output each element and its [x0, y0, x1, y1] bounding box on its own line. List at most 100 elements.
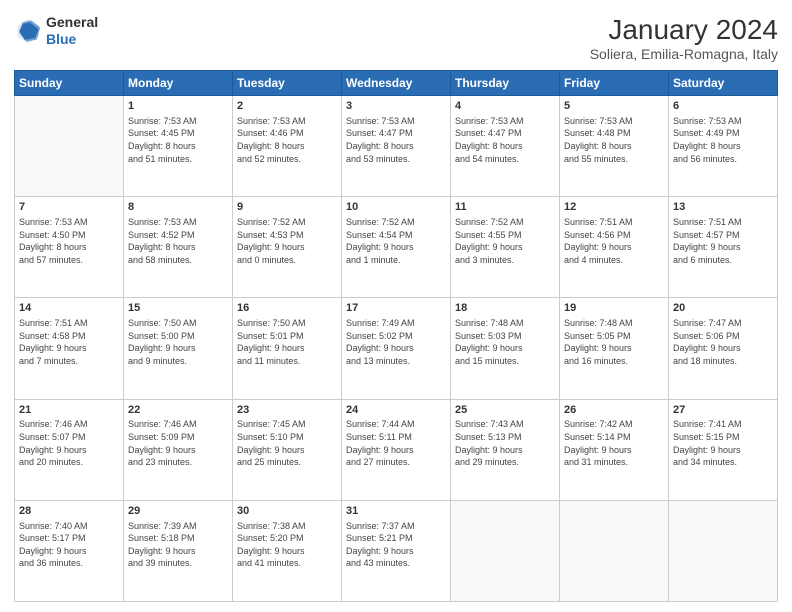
day-number: 9	[237, 200, 337, 215]
day-info: Sunrise: 7:37 AM Sunset: 5:21 PM Dayligh…	[346, 520, 446, 570]
day-number: 21	[19, 403, 119, 418]
calendar-cell: 10Sunrise: 7:52 AM Sunset: 4:54 PM Dayli…	[342, 197, 451, 298]
calendar-cell: 26Sunrise: 7:42 AM Sunset: 5:14 PM Dayli…	[560, 399, 669, 500]
calendar-cell: 13Sunrise: 7:51 AM Sunset: 4:57 PM Dayli…	[669, 197, 778, 298]
day-info: Sunrise: 7:52 AM Sunset: 4:55 PM Dayligh…	[455, 216, 555, 266]
day-info: Sunrise: 7:45 AM Sunset: 5:10 PM Dayligh…	[237, 418, 337, 468]
day-info: Sunrise: 7:53 AM Sunset: 4:50 PM Dayligh…	[19, 216, 119, 266]
calendar-cell: 12Sunrise: 7:51 AM Sunset: 4:56 PM Dayli…	[560, 197, 669, 298]
day-number: 29	[128, 504, 228, 519]
day-info: Sunrise: 7:39 AM Sunset: 5:18 PM Dayligh…	[128, 520, 228, 570]
day-number: 19	[564, 301, 664, 316]
day-number: 28	[19, 504, 119, 519]
day-number: 13	[673, 200, 773, 215]
calendar-cell: 4Sunrise: 7:53 AM Sunset: 4:47 PM Daylig…	[451, 96, 560, 197]
calendar-cell	[560, 500, 669, 601]
day-info: Sunrise: 7:42 AM Sunset: 5:14 PM Dayligh…	[564, 418, 664, 468]
day-number: 25	[455, 403, 555, 418]
day-info: Sunrise: 7:46 AM Sunset: 5:09 PM Dayligh…	[128, 418, 228, 468]
calendar-cell: 17Sunrise: 7:49 AM Sunset: 5:02 PM Dayli…	[342, 298, 451, 399]
day-number: 15	[128, 301, 228, 316]
weekday-header: Tuesday	[233, 71, 342, 96]
title-section: January 2024 Soliera, Emilia-Romagna, It…	[590, 14, 778, 62]
day-number: 20	[673, 301, 773, 316]
calendar-week-row: 21Sunrise: 7:46 AM Sunset: 5:07 PM Dayli…	[15, 399, 778, 500]
calendar-cell: 30Sunrise: 7:38 AM Sunset: 5:20 PM Dayli…	[233, 500, 342, 601]
weekday-header: Monday	[124, 71, 233, 96]
day-info: Sunrise: 7:51 AM Sunset: 4:58 PM Dayligh…	[19, 317, 119, 367]
day-info: Sunrise: 7:51 AM Sunset: 4:56 PM Dayligh…	[564, 216, 664, 266]
calendar-cell: 7Sunrise: 7:53 AM Sunset: 4:50 PM Daylig…	[15, 197, 124, 298]
calendar-cell	[669, 500, 778, 601]
day-info: Sunrise: 7:50 AM Sunset: 5:00 PM Dayligh…	[128, 317, 228, 367]
day-info: Sunrise: 7:43 AM Sunset: 5:13 PM Dayligh…	[455, 418, 555, 468]
day-info: Sunrise: 7:38 AM Sunset: 5:20 PM Dayligh…	[237, 520, 337, 570]
day-info: Sunrise: 7:53 AM Sunset: 4:45 PM Dayligh…	[128, 115, 228, 165]
day-number: 11	[455, 200, 555, 215]
day-number: 18	[455, 301, 555, 316]
calendar-cell: 28Sunrise: 7:40 AM Sunset: 5:17 PM Dayli…	[15, 500, 124, 601]
calendar-cell: 20Sunrise: 7:47 AM Sunset: 5:06 PM Dayli…	[669, 298, 778, 399]
calendar-cell: 19Sunrise: 7:48 AM Sunset: 5:05 PM Dayli…	[560, 298, 669, 399]
calendar-cell: 23Sunrise: 7:45 AM Sunset: 5:10 PM Dayli…	[233, 399, 342, 500]
day-number: 31	[346, 504, 446, 519]
logo-line2: Blue	[46, 31, 98, 48]
day-info: Sunrise: 7:50 AM Sunset: 5:01 PM Dayligh…	[237, 317, 337, 367]
calendar-cell: 3Sunrise: 7:53 AM Sunset: 4:47 PM Daylig…	[342, 96, 451, 197]
day-number: 8	[128, 200, 228, 215]
day-info: Sunrise: 7:40 AM Sunset: 5:17 PM Dayligh…	[19, 520, 119, 570]
calendar-cell: 2Sunrise: 7:53 AM Sunset: 4:46 PM Daylig…	[233, 96, 342, 197]
day-number: 7	[19, 200, 119, 215]
day-number: 6	[673, 99, 773, 114]
calendar-cell: 11Sunrise: 7:52 AM Sunset: 4:55 PM Dayli…	[451, 197, 560, 298]
day-info: Sunrise: 7:52 AM Sunset: 4:53 PM Dayligh…	[237, 216, 337, 266]
calendar-cell: 24Sunrise: 7:44 AM Sunset: 5:11 PM Dayli…	[342, 399, 451, 500]
day-number: 16	[237, 301, 337, 316]
day-number: 17	[346, 301, 446, 316]
calendar-cell: 6Sunrise: 7:53 AM Sunset: 4:49 PM Daylig…	[669, 96, 778, 197]
day-info: Sunrise: 7:48 AM Sunset: 5:05 PM Dayligh…	[564, 317, 664, 367]
day-number: 12	[564, 200, 664, 215]
calendar-cell: 9Sunrise: 7:52 AM Sunset: 4:53 PM Daylig…	[233, 197, 342, 298]
day-info: Sunrise: 7:48 AM Sunset: 5:03 PM Dayligh…	[455, 317, 555, 367]
calendar-cell: 8Sunrise: 7:53 AM Sunset: 4:52 PM Daylig…	[124, 197, 233, 298]
calendar-cell: 18Sunrise: 7:48 AM Sunset: 5:03 PM Dayli…	[451, 298, 560, 399]
day-number: 23	[237, 403, 337, 418]
calendar-cell	[451, 500, 560, 601]
logo: General Blue	[14, 14, 98, 48]
calendar-cell: 27Sunrise: 7:41 AM Sunset: 5:15 PM Dayli…	[669, 399, 778, 500]
calendar-cell: 1Sunrise: 7:53 AM Sunset: 4:45 PM Daylig…	[124, 96, 233, 197]
calendar-cell: 16Sunrise: 7:50 AM Sunset: 5:01 PM Dayli…	[233, 298, 342, 399]
day-number: 24	[346, 403, 446, 418]
header-row: SundayMondayTuesdayWednesdayThursdayFrid…	[15, 71, 778, 96]
day-info: Sunrise: 7:51 AM Sunset: 4:57 PM Dayligh…	[673, 216, 773, 266]
day-number: 5	[564, 99, 664, 114]
calendar-cell: 22Sunrise: 7:46 AM Sunset: 5:09 PM Dayli…	[124, 399, 233, 500]
calendar-week-row: 28Sunrise: 7:40 AM Sunset: 5:17 PM Dayli…	[15, 500, 778, 601]
day-info: Sunrise: 7:53 AM Sunset: 4:52 PM Dayligh…	[128, 216, 228, 266]
weekday-header: Wednesday	[342, 71, 451, 96]
header: General Blue January 2024 Soliera, Emili…	[14, 14, 778, 62]
day-info: Sunrise: 7:41 AM Sunset: 5:15 PM Dayligh…	[673, 418, 773, 468]
weekday-header: Friday	[560, 71, 669, 96]
day-number: 27	[673, 403, 773, 418]
day-info: Sunrise: 7:53 AM Sunset: 4:47 PM Dayligh…	[455, 115, 555, 165]
calendar-week-row: 14Sunrise: 7:51 AM Sunset: 4:58 PM Dayli…	[15, 298, 778, 399]
calendar-cell: 31Sunrise: 7:37 AM Sunset: 5:21 PM Dayli…	[342, 500, 451, 601]
day-info: Sunrise: 7:53 AM Sunset: 4:47 PM Dayligh…	[346, 115, 446, 165]
calendar-subtitle: Soliera, Emilia-Romagna, Italy	[590, 46, 778, 62]
day-info: Sunrise: 7:44 AM Sunset: 5:11 PM Dayligh…	[346, 418, 446, 468]
day-number: 4	[455, 99, 555, 114]
calendar-cell	[15, 96, 124, 197]
day-number: 14	[19, 301, 119, 316]
calendar-cell: 25Sunrise: 7:43 AM Sunset: 5:13 PM Dayli…	[451, 399, 560, 500]
calendar-cell: 15Sunrise: 7:50 AM Sunset: 5:00 PM Dayli…	[124, 298, 233, 399]
day-number: 30	[237, 504, 337, 519]
day-number: 1	[128, 99, 228, 114]
day-info: Sunrise: 7:53 AM Sunset: 4:49 PM Dayligh…	[673, 115, 773, 165]
day-number: 10	[346, 200, 446, 215]
calendar-cell: 29Sunrise: 7:39 AM Sunset: 5:18 PM Dayli…	[124, 500, 233, 601]
calendar-cell: 21Sunrise: 7:46 AM Sunset: 5:07 PM Dayli…	[15, 399, 124, 500]
day-info: Sunrise: 7:49 AM Sunset: 5:02 PM Dayligh…	[346, 317, 446, 367]
logo-text: General Blue	[46, 14, 98, 48]
